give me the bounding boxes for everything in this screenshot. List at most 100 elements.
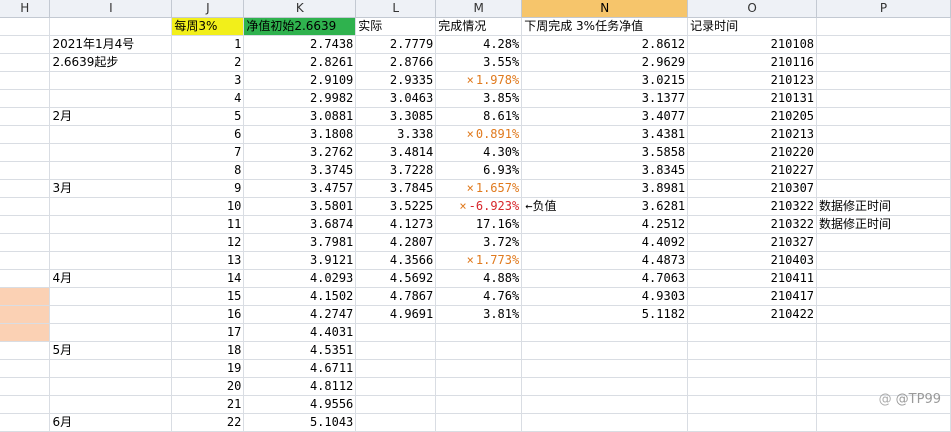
cell-n[interactable]: 3.4077 (521, 107, 689, 126)
cell-o[interactable]: 210116 (687, 53, 818, 72)
cell-m[interactable]: 4.88% (435, 269, 523, 288)
cell-k[interactable]: 3.6874 (243, 215, 357, 234)
cell-m[interactable]: × 1.978% (435, 71, 523, 90)
cell-o[interactable]: 210322 (687, 215, 818, 234)
cell-l[interactable]: 2.7779 (355, 35, 437, 54)
cell-l[interactable]: 4.2807 (355, 233, 437, 252)
cell-j[interactable]: 3 (171, 71, 245, 90)
cell-h[interactable] (0, 35, 51, 54)
cell-i[interactable]: 2021年1月4号 (49, 35, 173, 54)
cell-i[interactable] (49, 89, 173, 108)
cell-l[interactable] (355, 359, 437, 378)
cell-o[interactable]: 210108 (687, 35, 818, 54)
cell-k[interactable]: 2.7438 (243, 35, 357, 54)
cell-l[interactable]: 3.0463 (355, 89, 437, 108)
cell-j[interactable]: 13 (171, 251, 245, 270)
cell-h[interactable] (0, 341, 51, 360)
cell-k[interactable]: 2.8261 (243, 53, 357, 72)
cell-n[interactable]: 4.9303 (521, 287, 689, 306)
cell-o[interactable] (687, 377, 818, 396)
cell-n[interactable]: ←负值 3.6281 (521, 197, 689, 216)
cell-m[interactable]: 3.55% (435, 53, 523, 72)
cell-o[interactable]: 210422 (687, 305, 818, 324)
cell-m[interactable] (435, 359, 523, 378)
cell-m[interactable]: 6.93% (435, 161, 523, 180)
cell-j[interactable]: 16 (171, 305, 245, 324)
cell-h[interactable] (0, 125, 51, 144)
cell-p[interactable]: 数据修正时间 (816, 197, 951, 216)
cell-i[interactable]: 3月 (49, 179, 173, 198)
cell-j[interactable]: 12 (171, 233, 245, 252)
cell-p[interactable] (816, 89, 951, 108)
column-header-n[interactable]: N (521, 0, 689, 18)
cell-h[interactable] (0, 377, 51, 396)
cell-i[interactable] (49, 125, 173, 144)
cell-m[interactable]: 4.76% (435, 287, 523, 306)
cell-i[interactable] (49, 395, 173, 414)
cell-n[interactable]: 4.7063 (521, 269, 689, 288)
cell-i[interactable] (49, 71, 173, 90)
cell-m[interactable] (435, 413, 523, 432)
cell-j[interactable]: 14 (171, 269, 245, 288)
cell-p[interactable] (816, 161, 951, 180)
cell-m[interactable] (435, 377, 523, 396)
cell-k[interactable]: 4.5351 (243, 341, 357, 360)
cell-p[interactable] (816, 413, 951, 432)
cell-o[interactable]: 210220 (687, 143, 818, 162)
cell-o[interactable]: 210213 (687, 125, 818, 144)
cell-n[interactable]: 3.5858 (521, 143, 689, 162)
cell-o[interactable]: 210411 (687, 269, 818, 288)
cell-p[interactable] (816, 143, 951, 162)
cell-j[interactable]: 10 (171, 197, 245, 216)
cell-l[interactable]: 3.338 (355, 125, 437, 144)
cell-o[interactable]: 210403 (687, 251, 818, 270)
cell-h[interactable] (0, 179, 51, 198)
cell-l[interactable]: 4.3566 (355, 251, 437, 270)
cell-n[interactable] (521, 395, 689, 414)
cell-j[interactable]: 5 (171, 107, 245, 126)
header-cell-m[interactable]: 完成情况 (435, 17, 523, 36)
cell-h[interactable] (0, 53, 51, 72)
column-header-l[interactable]: L (355, 0, 437, 18)
cell-p[interactable] (816, 179, 951, 198)
cell-h[interactable] (0, 143, 51, 162)
cell-p[interactable] (816, 107, 951, 126)
cell-o[interactable]: 210123 (687, 71, 818, 90)
cell-k[interactable]: 3.7981 (243, 233, 357, 252)
cell-k[interactable]: 3.0881 (243, 107, 357, 126)
cell-j[interactable]: 17 (171, 323, 245, 342)
cell-l[interactable] (355, 413, 437, 432)
cell-j[interactable]: 2 (171, 53, 245, 72)
cell-k[interactable]: 4.9556 (243, 395, 357, 414)
header-cell-o[interactable]: 记录时间 (687, 17, 818, 36)
column-header-o[interactable]: O (687, 0, 818, 18)
cell-p[interactable] (816, 233, 951, 252)
header-cell-h[interactable] (0, 17, 51, 36)
cell-p[interactable] (816, 35, 951, 54)
cell-p[interactable] (816, 125, 951, 144)
cell-p[interactable]: 数据修正时间 (816, 215, 951, 234)
cell-n[interactable] (521, 413, 689, 432)
header-cell-p[interactable] (816, 17, 951, 36)
cell-i[interactable] (49, 215, 173, 234)
cell-k[interactable]: 3.4757 (243, 179, 357, 198)
cell-p[interactable] (816, 53, 951, 72)
cell-k[interactable]: 5.1043 (243, 413, 357, 432)
cell-j[interactable]: 9 (171, 179, 245, 198)
cell-l[interactable] (355, 395, 437, 414)
cell-o[interactable] (687, 395, 818, 414)
cell-k[interactable]: 3.3745 (243, 161, 357, 180)
cell-j[interactable]: 18 (171, 341, 245, 360)
column-header-h[interactable]: H (0, 0, 51, 18)
cell-o[interactable]: 210327 (687, 233, 818, 252)
cell-m[interactable]: 17.16% (435, 215, 523, 234)
cell-h[interactable] (0, 89, 51, 108)
cell-j[interactable]: 1 (171, 35, 245, 54)
cell-n[interactable]: 3.8345 (521, 161, 689, 180)
cell-n[interactable]: 3.0215 (521, 71, 689, 90)
cell-o[interactable] (687, 413, 818, 432)
cell-l[interactable]: 3.7228 (355, 161, 437, 180)
cell-m[interactable]: 4.28% (435, 35, 523, 54)
cell-h[interactable] (0, 233, 51, 252)
cell-m[interactable] (435, 341, 523, 360)
